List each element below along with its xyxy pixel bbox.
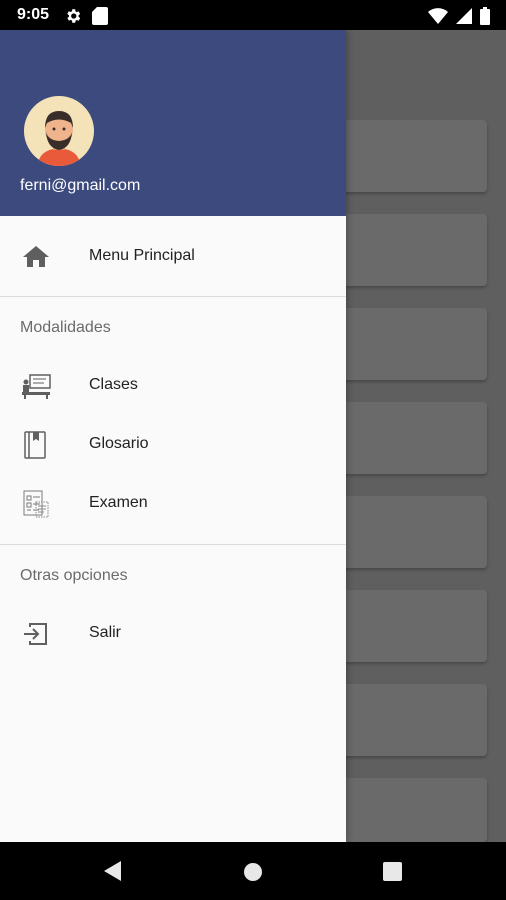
menu-item-clases[interactable]: Clases <box>0 357 346 415</box>
recents-icon[interactable] <box>383 862 402 881</box>
menu-item-examen[interactable]: Examen <box>0 475 346 533</box>
menu-item-label: Glosario <box>89 435 149 452</box>
background-card <box>335 214 487 286</box>
background-card <box>335 402 487 474</box>
background-card <box>335 684 487 756</box>
menu-item-salir[interactable]: Salir <box>0 605 346 663</box>
menu-item-label: Clases <box>89 376 138 393</box>
settings-icon <box>67 9 81 23</box>
exam-icon <box>23 490 49 518</box>
background-card <box>335 120 487 192</box>
battery-icon <box>480 7 490 25</box>
status-bar: 9:05 <box>0 0 506 30</box>
divider <box>0 544 346 545</box>
classroom-icon <box>22 374 51 399</box>
wifi-icon <box>428 8 448 24</box>
divider <box>0 296 346 297</box>
menu-item-glosario[interactable]: Glosario <box>0 416 346 474</box>
background-card <box>335 496 487 568</box>
background-card <box>335 778 487 842</box>
section-title-modalidades: Modalidades <box>20 319 111 336</box>
home-circle-icon[interactable] <box>243 862 263 882</box>
background-card <box>335 308 487 380</box>
logout-icon <box>24 623 47 645</box>
signal-icon <box>456 8 472 24</box>
user-email: ferni@gmail.com <box>20 177 141 194</box>
avatar-icon <box>24 96 94 166</box>
book-icon <box>24 431 46 459</box>
sd-card-icon <box>92 7 108 25</box>
menu-item-label: Examen <box>89 494 148 511</box>
home-icon <box>23 246 49 267</box>
menu-item-label: Salir <box>89 624 122 641</box>
navigation-drawer: ferni@gmail.com Menu Principal Modalidad… <box>0 30 346 842</box>
section-title-otras-opciones: Otras opciones <box>20 567 128 584</box>
back-icon[interactable] <box>102 860 124 882</box>
background-card <box>335 590 487 662</box>
system-nav-bar <box>0 842 506 900</box>
menu-item-menu-principal[interactable]: Menu Principal <box>0 228 346 286</box>
status-time: 9:05 <box>17 6 50 23</box>
avatar[interactable] <box>24 96 94 166</box>
drawer-header: ferni@gmail.com <box>0 30 346 216</box>
menu-item-label: Menu Principal <box>89 247 195 264</box>
